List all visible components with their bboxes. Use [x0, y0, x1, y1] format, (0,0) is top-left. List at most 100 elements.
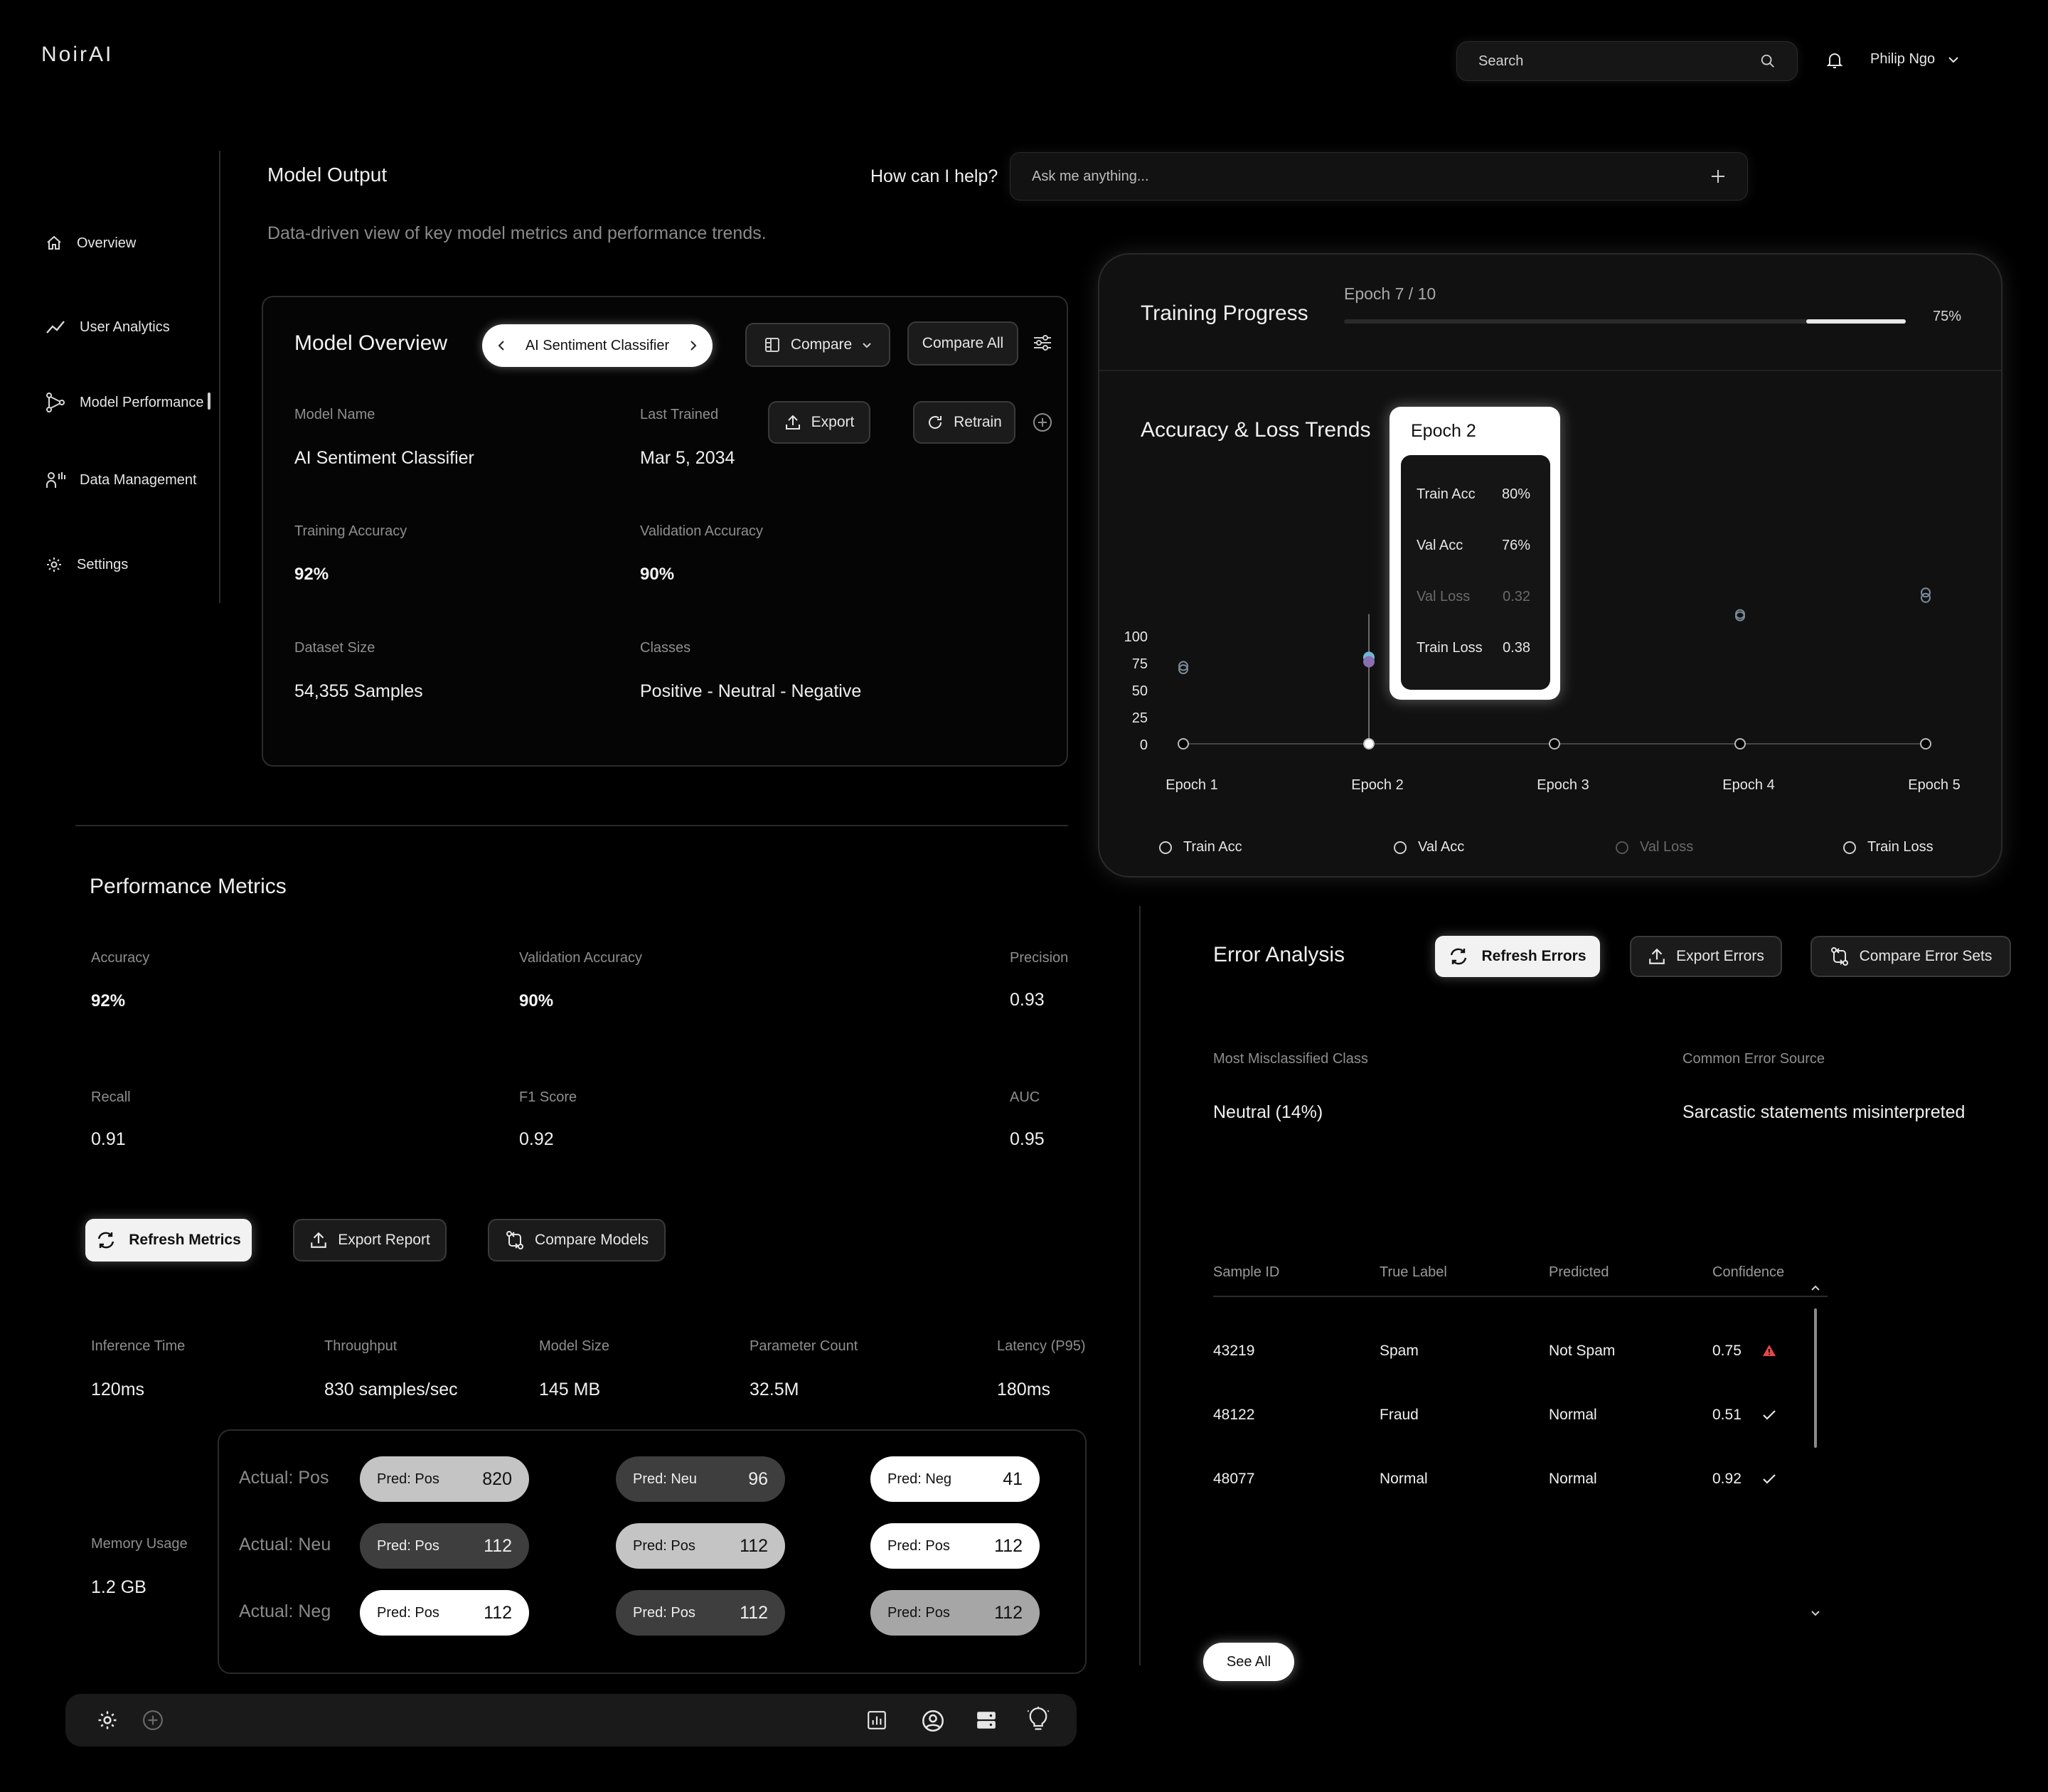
x-tick-label: Epoch 2: [1351, 777, 1403, 793]
refresh-errors-label: Refresh Errors: [1481, 948, 1586, 964]
sidebar-item-user-analytics[interactable]: User Analytics: [46, 319, 170, 336]
section-divider: [75, 825, 1068, 826]
x-tick-label: Epoch 5: [1908, 777, 1960, 793]
cm-cell[interactable]: Pred: Pos 112: [616, 1590, 785, 1636]
cm-cell[interactable]: Pred: Pos 112: [870, 1523, 1040, 1569]
tooltip-title: Epoch 2: [1411, 421, 1476, 441]
lightbulb-icon[interactable]: [1027, 1707, 1050, 1732]
compare-models-button[interactable]: Compare Models: [488, 1219, 666, 1262]
column-header[interactable]: Confidence: [1712, 1264, 1784, 1281]
sliders-icon[interactable]: [1033, 333, 1052, 353]
cm-cell[interactable]: Pred: Neg 41: [870, 1456, 1040, 1502]
refresh-metrics-button[interactable]: Refresh Metrics: [85, 1219, 252, 1262]
sidebar-item-settings[interactable]: Settings: [46, 556, 128, 573]
x-tick-label: Epoch 1: [1166, 777, 1217, 793]
metric-value: 0.93: [1010, 990, 1045, 1010]
legend-val-loss[interactable]: Val Loss: [1616, 839, 1693, 855]
metric-value: 0.92: [519, 1129, 554, 1149]
chevron-right-icon[interactable]: [690, 340, 697, 351]
plus-icon[interactable]: [1710, 169, 1726, 184]
y-tick-label: 25: [1132, 710, 1148, 726]
tooltip-value: 0.38: [1503, 640, 1530, 656]
bar-chart-icon[interactable]: [866, 1710, 887, 1731]
compare-models-label: Compare Models: [535, 1232, 649, 1248]
legend-val-acc[interactable]: Val Acc: [1394, 839, 1464, 855]
compare-dropdown[interactable]: Compare: [745, 323, 890, 367]
retrain-label: Retrain: [954, 414, 1002, 430]
refresh-icon: [929, 416, 942, 429]
retrain-button[interactable]: Retrain: [913, 401, 1015, 444]
progress-track: [1344, 319, 1906, 324]
cm-cell[interactable]: Pred: Pos 112: [360, 1590, 529, 1636]
warning-icon: [1763, 1345, 1776, 1356]
sidebar-item-label: Settings: [77, 556, 129, 572]
refresh-errors-button[interactable]: Refresh Errors: [1435, 936, 1600, 977]
tooltip-label: Val Loss: [1417, 589, 1471, 604]
cm-row-label: Actual: Neg: [239, 1601, 331, 1621]
cm-cell-value: 41: [1003, 1468, 1023, 1489]
x-tick-label: Epoch 3: [1537, 777, 1589, 793]
axis-point: [1178, 738, 1189, 750]
trend-icon: [46, 321, 65, 334]
search-input[interactable]: Search: [1456, 41, 1798, 81]
chevron-up-icon[interactable]: [1810, 1284, 1820, 1291]
sidebar-item-data-management[interactable]: Data Management: [46, 471, 197, 489]
cm-cell-value: 112: [740, 1535, 768, 1556]
see-all-button[interactable]: See All: [1203, 1643, 1294, 1681]
export-errors-button[interactable]: Export Errors: [1630, 936, 1782, 977]
add-circle-icon[interactable]: [1033, 412, 1052, 432]
cm-cell[interactable]: Pred: Pos 112: [870, 1590, 1040, 1636]
search-icon: [1761, 54, 1774, 68]
epoch-label: Epoch 7 / 10: [1344, 284, 1436, 303]
cm-cell-label: Pred: Neg: [887, 1471, 952, 1487]
training-accuracy-label: Training Accuracy: [294, 523, 407, 539]
profile-icon[interactable]: [922, 1710, 944, 1732]
cm-cell[interactable]: Pred: Pos 820: [360, 1456, 529, 1502]
stat-label: Inference Time: [91, 1338, 186, 1354]
sidebar-item-model-performance[interactable]: Model Performance: [46, 392, 204, 413]
chevron-down-icon[interactable]: [1810, 1610, 1820, 1617]
cm-cell-value: 820: [482, 1468, 512, 1489]
compare-all-label: Compare All: [922, 335, 1004, 351]
model-name-label: Model Name: [294, 407, 375, 422]
cm-cell[interactable]: Pred: Pos 112: [616, 1523, 785, 1569]
gear-icon[interactable]: [97, 1710, 118, 1731]
gear-icon: [47, 558, 61, 572]
stat-label: Parameter Count: [750, 1338, 858, 1354]
table-scrollbar[interactable]: [1814, 1308, 1817, 1448]
tooltip-row-train-acc: Train Acc 80%: [1417, 486, 1530, 503]
compare-error-sets-button[interactable]: Compare Error Sets: [1810, 936, 2011, 977]
server-icon[interactable]: [976, 1710, 997, 1731]
model-selector[interactable]: AI Sentiment Classifier: [482, 324, 713, 367]
error-analysis-divider: [1139, 906, 1141, 1665]
app-logo: NoirAI: [41, 43, 114, 66]
model-name-value: AI Sentiment Classifier: [294, 448, 474, 468]
column-header[interactable]: True Label: [1380, 1264, 1447, 1281]
export-report-button[interactable]: Export Report: [293, 1219, 447, 1262]
user-menu[interactable]: Philip Ngo: [1870, 51, 1959, 68]
compare-all-button[interactable]: Compare All: [907, 321, 1018, 366]
cm-cell-value: 112: [994, 1602, 1023, 1623]
legend-train-loss[interactable]: Train Loss: [1843, 839, 1934, 855]
cm-cell[interactable]: Pred: Neu 96: [616, 1456, 785, 1502]
column-header[interactable]: Predicted: [1549, 1264, 1609, 1281]
column-header[interactable]: Sample ID: [1213, 1264, 1279, 1281]
cell-true-label: Fraud: [1380, 1407, 1419, 1423]
stat-value: 1.2 GB: [91, 1577, 146, 1597]
chevron-left-icon[interactable]: [498, 340, 505, 351]
cm-cell[interactable]: Pred: Pos 112: [360, 1523, 529, 1569]
stat-value: 180ms: [997, 1380, 1051, 1399]
sidebar-item-overview[interactable]: Overview: [46, 235, 136, 252]
add-circle-icon[interactable]: [142, 1710, 164, 1731]
user-name: Philip Ngo: [1870, 51, 1936, 67]
table-header-divider: [1213, 1296, 1828, 1297]
metric-value: 90%: [519, 991, 554, 1010]
data-point-val-acc: [1363, 656, 1375, 668]
legend-train-acc[interactable]: Train Acc: [1159, 839, 1242, 855]
stat-label: Memory Usage: [91, 1536, 188, 1552]
ask-input[interactable]: Ask me anything...: [1010, 152, 1748, 201]
cm-cell-label: Pred: Pos: [887, 1537, 950, 1554]
bell-icon[interactable]: [1826, 51, 1843, 70]
export-button[interactable]: Export: [768, 401, 870, 444]
compare-arrows-icon: [506, 1231, 524, 1249]
